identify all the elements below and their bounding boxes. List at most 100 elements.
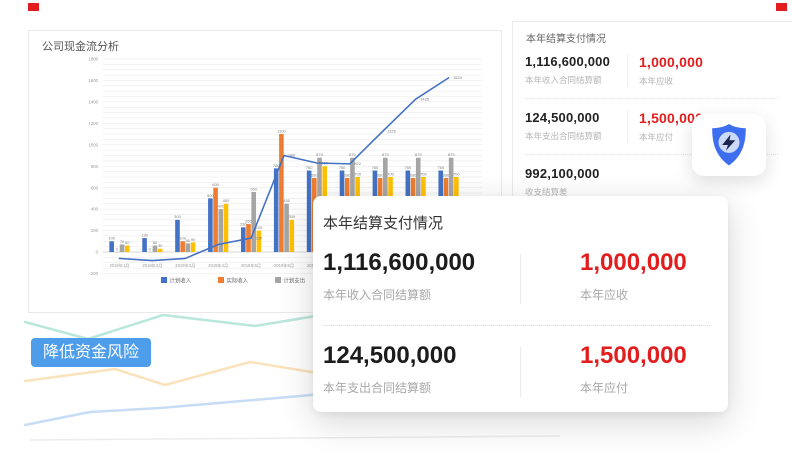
bar-计划收入 — [307, 171, 312, 252]
bar-label: 450 — [283, 198, 290, 203]
panel-row-income: 1,116,600,000 本年收入合同结算额 1,000,000 本年应收 — [525, 54, 792, 87]
bg-line-gray — [30, 436, 560, 440]
bar-label: 700 — [354, 171, 361, 176]
bar-计划支出 — [251, 192, 256, 252]
y-tick-label: 1400 — [88, 99, 98, 104]
red-crop-artifact-right — [776, 3, 787, 11]
bar-label: 760 — [339, 165, 346, 170]
legend-label: 实际收入 — [227, 277, 249, 285]
bar-label: 879 — [316, 152, 323, 157]
x-tick-label: 2019年4月 — [208, 262, 228, 269]
bar-label: 100 — [108, 236, 115, 241]
line-point-label: 900 — [289, 153, 296, 158]
receivable-value: 1,000,000 — [639, 54, 792, 70]
popup-row-expense: 124,500,000 本年支出合同结算额 1,500,000 本年应付 — [323, 342, 718, 404]
income-settlement-value: 1,116,600,000 — [525, 54, 627, 69]
y-tick-label: 1000 — [88, 142, 98, 147]
y-tick-label: 800 — [91, 164, 99, 169]
bar-计划支出 — [284, 204, 289, 252]
popup-row-income: 1,116,600,000 本年收入合同结算额 1,000,000 本年应收 — [323, 249, 718, 311]
bar-计划支出 — [153, 246, 158, 252]
bar-计划支出 — [218, 209, 223, 252]
popup-expense-settlement-value: 124,500,000 — [323, 342, 520, 370]
balance-value: 992,100,000 — [525, 166, 627, 181]
expense-settlement-value: 124,500,000 — [525, 110, 627, 125]
popup-expense-settlement-label: 本年支出合同结算额 — [323, 379, 520, 396]
popup-income-settlement-value: 1,116,600,000 — [323, 249, 520, 277]
bar-label: 879 — [349, 152, 356, 157]
bar-实际支出 — [191, 242, 196, 252]
popup-income-settlement-label: 本年收入合同结算额 — [323, 286, 520, 303]
line-point-label: 1126 — [387, 128, 396, 133]
receivable-label: 本年应收 — [639, 75, 792, 87]
bar-label: 700 — [453, 171, 460, 176]
bar-计划收入 — [142, 238, 147, 252]
bar-label: 130 — [141, 232, 148, 237]
x-tick-label: 2019年2月 — [142, 262, 162, 269]
legend-swatch-实际收入 — [218, 277, 224, 283]
bar-label: 760 — [437, 165, 444, 170]
bar-label: 700 — [387, 171, 394, 176]
bar-实际支出 — [257, 231, 262, 252]
expense-settlement-label: 本年支出合同结算额 — [525, 130, 627, 142]
bar-实际收入 — [180, 241, 185, 252]
bar-label: 879 — [382, 152, 389, 157]
bar-label: 1100 — [277, 128, 286, 133]
bar-label: 700 — [420, 171, 427, 176]
bar-label: 30 — [158, 243, 163, 248]
legend-swatch-计划收入 — [161, 277, 167, 283]
bar-label: 300 — [288, 214, 295, 219]
x-tick-label: 2019年5月 — [241, 262, 261, 269]
y-tick-label: 0 — [96, 250, 99, 255]
line-point-label: 130 — [256, 235, 263, 240]
line-point-label: 1624 — [453, 75, 463, 80]
panel-title: 本年结算支付情况 — [526, 30, 792, 45]
legend-label: 计划支出 — [284, 277, 306, 285]
bar-label: 0 — [116, 246, 119, 251]
income-settlement-label: 本年收入合同结算额 — [525, 74, 627, 86]
bar-label: 760 — [404, 165, 411, 170]
bar-计划收入 — [109, 241, 114, 252]
bar-实际收入 — [213, 188, 218, 252]
security-shield-card — [692, 114, 766, 176]
y-tick-label: -200 — [89, 271, 98, 276]
bar-实际支出 — [125, 246, 130, 252]
popup-receivable-label: 本年应收 — [580, 286, 687, 303]
line-point-label: 822 — [354, 161, 361, 166]
x-tick-label: 2019年1月 — [109, 262, 129, 269]
y-tick-label: 1800 — [88, 57, 98, 62]
bar-计划支出 — [120, 244, 125, 252]
bar-label: 879 — [415, 152, 422, 157]
dashboard-screenshot: { "colors": { "accent_red": "#e11d1d", "… — [0, 0, 792, 459]
shield-lightning-icon — [708, 122, 750, 168]
legend-swatch-计划支出 — [275, 277, 281, 283]
y-tick-label: 400 — [91, 207, 99, 212]
popup-receivable-value: 1,000,000 — [580, 249, 687, 277]
risk-reduction-badge: 降低资金风险 — [31, 338, 151, 367]
bar-label: 560 — [250, 186, 257, 191]
bar-label: 300 — [174, 214, 181, 219]
popup-title: 本年结算支付情况 — [323, 212, 718, 233]
bar-label: 760 — [306, 165, 313, 170]
bar-label: 0 — [149, 246, 152, 251]
bar-label: 450 — [223, 198, 230, 203]
bar-实际支出 — [224, 204, 229, 252]
y-tick-label: 1600 — [88, 78, 98, 83]
popup-dotted-divider — [323, 325, 710, 326]
bar-实际收入 — [279, 134, 284, 252]
x-tick-label: 2019年6月 — [274, 262, 294, 269]
bar-label: 600 — [212, 182, 219, 187]
x-tick-label: 2019年3月 — [175, 262, 195, 269]
popup-payable-label: 本年应付 — [580, 379, 687, 396]
y-tick-label: 600 — [91, 185, 99, 190]
panel-dotted-divider — [525, 98, 778, 99]
bar-实际支出 — [158, 249, 163, 252]
bar-label: 879 — [448, 152, 455, 157]
y-tick-label: 200 — [91, 228, 99, 233]
line-point-label: 1425 — [420, 96, 430, 101]
bar-计划收入 — [208, 198, 213, 252]
bar-实际支出 — [290, 220, 295, 252]
bar-label: 60 — [125, 240, 130, 245]
settlement-popup-card: 本年结算支付情况 1,116,600,000 本年收入合同结算额 1,000,0… — [313, 196, 728, 412]
legend-label: 计划收入 — [170, 277, 192, 285]
